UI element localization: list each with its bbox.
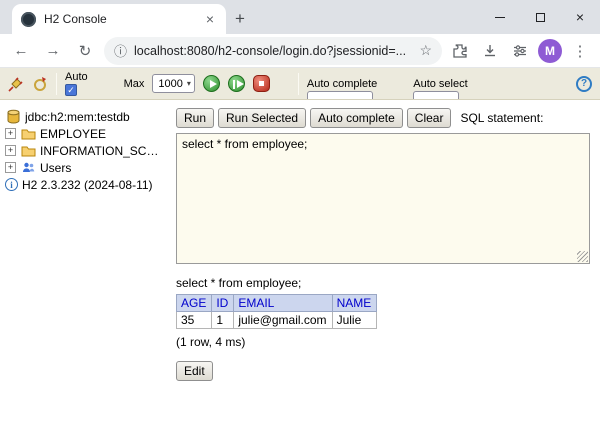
tree-item-label: INFORMATION_SCHEMA — [40, 144, 166, 158]
tab-strip: H2 Console × + × — [0, 0, 600, 34]
column-header-name: NAME — [332, 295, 377, 312]
maximize-button[interactable] — [520, 0, 560, 34]
folder-icon — [20, 143, 36, 159]
browser-window: H2 Console × + × ← → ↻ ⓘ localhost:8080/… — [0, 0, 600, 424]
browser-tab[interactable]: H2 Console × — [12, 4, 226, 34]
help-icon[interactable]: ? — [576, 76, 592, 92]
query-panel: Run Run Selected Auto complete Clear SQL… — [170, 100, 600, 424]
sql-input[interactable]: select * from employee; — [176, 133, 590, 264]
table-header-row: AGE ID EMAIL NAME — [177, 295, 377, 312]
maximize-icon — [536, 13, 545, 22]
autocomplete-label: Auto complete — [307, 78, 377, 90]
stop-icon — [259, 81, 264, 86]
play-icon — [210, 80, 217, 88]
h2-favicon — [21, 12, 36, 27]
site-info-icon[interactable]: ⓘ — [114, 41, 127, 60]
tab-close-icon[interactable]: × — [203, 11, 217, 27]
cell-id: 1 — [212, 312, 234, 329]
cell-email: julie@gmail.com — [234, 312, 332, 329]
edit-button[interactable]: Edit — [176, 361, 213, 381]
back-icon[interactable]: ← — [8, 38, 34, 64]
profile-avatar[interactable]: M — [538, 39, 562, 63]
max-rows-select[interactable]: 1000 ▾ — [152, 74, 195, 93]
expand-icon[interactable]: + — [5, 145, 16, 156]
folder-icon — [20, 126, 36, 142]
auto-commit-label: Auto — [65, 71, 88, 83]
downloads-icon[interactable] — [478, 39, 502, 63]
toolbar-separator — [56, 73, 57, 95]
minimize-button[interactable] — [480, 0, 520, 34]
tree-item-users[interactable]: + Users — [5, 159, 166, 176]
forward-icon[interactable]: → — [40, 38, 66, 64]
refresh-icon[interactable] — [32, 76, 48, 92]
autoselect-control: Auto select — [413, 68, 467, 99]
tab-title: H2 Console — [44, 12, 195, 26]
auto-commit-checkbox[interactable]: ✓ — [65, 84, 77, 96]
run-selected-icon-button[interactable] — [228, 75, 245, 92]
results-panel: select * from employee; AGE ID EMAIL NAM… — [176, 276, 590, 381]
bookmark-star-icon[interactable]: ☆ — [419, 42, 432, 59]
play-bar-icon — [233, 80, 235, 89]
sql-editor-wrap: select * from employee; — [176, 133, 590, 264]
table-row: 35 1 julie@gmail.com Julie — [177, 312, 377, 329]
autoselect-select[interactable] — [413, 91, 459, 100]
run-icon-button[interactable] — [203, 75, 220, 92]
window-controls: × — [480, 0, 600, 34]
tree-item-label: Users — [40, 161, 71, 175]
tree-item-version: i H2 2.3.232 (2024-08-11) — [5, 176, 166, 193]
address-bar-row: ← → ↻ ⓘ localhost:8080/h2-console/login.… — [0, 34, 600, 68]
browser-menu-icon[interactable]: ⋮ — [568, 39, 592, 63]
sql-statement-label: SQL statement: — [460, 111, 543, 125]
tree-item-employee[interactable]: + EMPLOYEE — [5, 125, 166, 142]
cancel-icon-button[interactable] — [253, 75, 270, 92]
tune-icon[interactable] — [508, 39, 532, 63]
autocomplete-select[interactable] — [307, 91, 373, 100]
h2-content: jdbc:h2:mem:testdb + EMPLOYEE + INFORMAT… — [0, 100, 600, 424]
h2-version-label: H2 2.3.232 (2024-08-11) — [22, 178, 153, 192]
minimize-icon — [495, 17, 505, 18]
result-status: (1 row, 4 ms) — [176, 335, 590, 349]
auto-commit-control: Auto ✓ — [65, 68, 88, 99]
max-rows-value: 1000 — [158, 78, 182, 90]
tree-item-label: EMPLOYEE — [40, 127, 106, 141]
max-rows-label: Max — [124, 78, 145, 90]
clear-button[interactable]: Clear — [407, 108, 452, 128]
address-bar[interactable]: ⓘ localhost:8080/h2-console/login.do?jse… — [104, 37, 442, 65]
h2-toolbar: Auto ✓ Max 1000 ▾ Auto complete Auto sel… — [0, 68, 600, 100]
users-icon — [20, 160, 36, 176]
reload-icon[interactable]: ↻ — [72, 38, 98, 64]
tree-item-information-schema[interactable]: + INFORMATION_SCHEMA — [5, 142, 166, 159]
info-icon: i — [5, 178, 18, 191]
query-buttons: Run Run Selected Auto complete Clear SQL… — [176, 108, 590, 128]
column-header-email: EMAIL — [234, 295, 332, 312]
run-button[interactable]: Run — [176, 108, 214, 128]
run-selected-button[interactable]: Run Selected — [218, 108, 306, 128]
play-icon — [237, 80, 244, 88]
tree-item-database[interactable]: jdbc:h2:mem:testdb — [5, 108, 166, 125]
database-icon — [5, 109, 21, 125]
autoselect-label: Auto select — [413, 78, 467, 90]
expand-icon[interactable]: + — [5, 162, 16, 173]
disconnect-icon[interactable] — [8, 76, 24, 92]
extensions-icon[interactable] — [448, 39, 472, 63]
url-text: localhost:8080/h2-console/login.do?jsess… — [134, 44, 412, 58]
result-table: AGE ID EMAIL NAME 35 1 julie@gmail.com J… — [176, 294, 377, 329]
auto-complete-button[interactable]: Auto complete — [310, 108, 403, 128]
expand-icon[interactable]: + — [5, 128, 16, 139]
autocomplete-control: Auto complete — [307, 68, 377, 99]
toolbar-separator — [298, 73, 299, 95]
column-header-age: AGE — [177, 295, 212, 312]
cell-age: 35 — [177, 312, 212, 329]
resize-handle[interactable] — [577, 251, 588, 262]
executed-query-text: select * from employee; — [176, 276, 590, 290]
cell-name: Julie — [332, 312, 377, 329]
chevron-down-icon: ▾ — [187, 79, 191, 88]
column-header-id: ID — [212, 295, 234, 312]
new-tab-button[interactable]: + — [226, 5, 254, 33]
tree-item-label: jdbc:h2:mem:testdb — [25, 110, 130, 124]
close-button[interactable]: × — [560, 0, 600, 34]
database-tree: jdbc:h2:mem:testdb + EMPLOYEE + INFORMAT… — [0, 100, 170, 424]
